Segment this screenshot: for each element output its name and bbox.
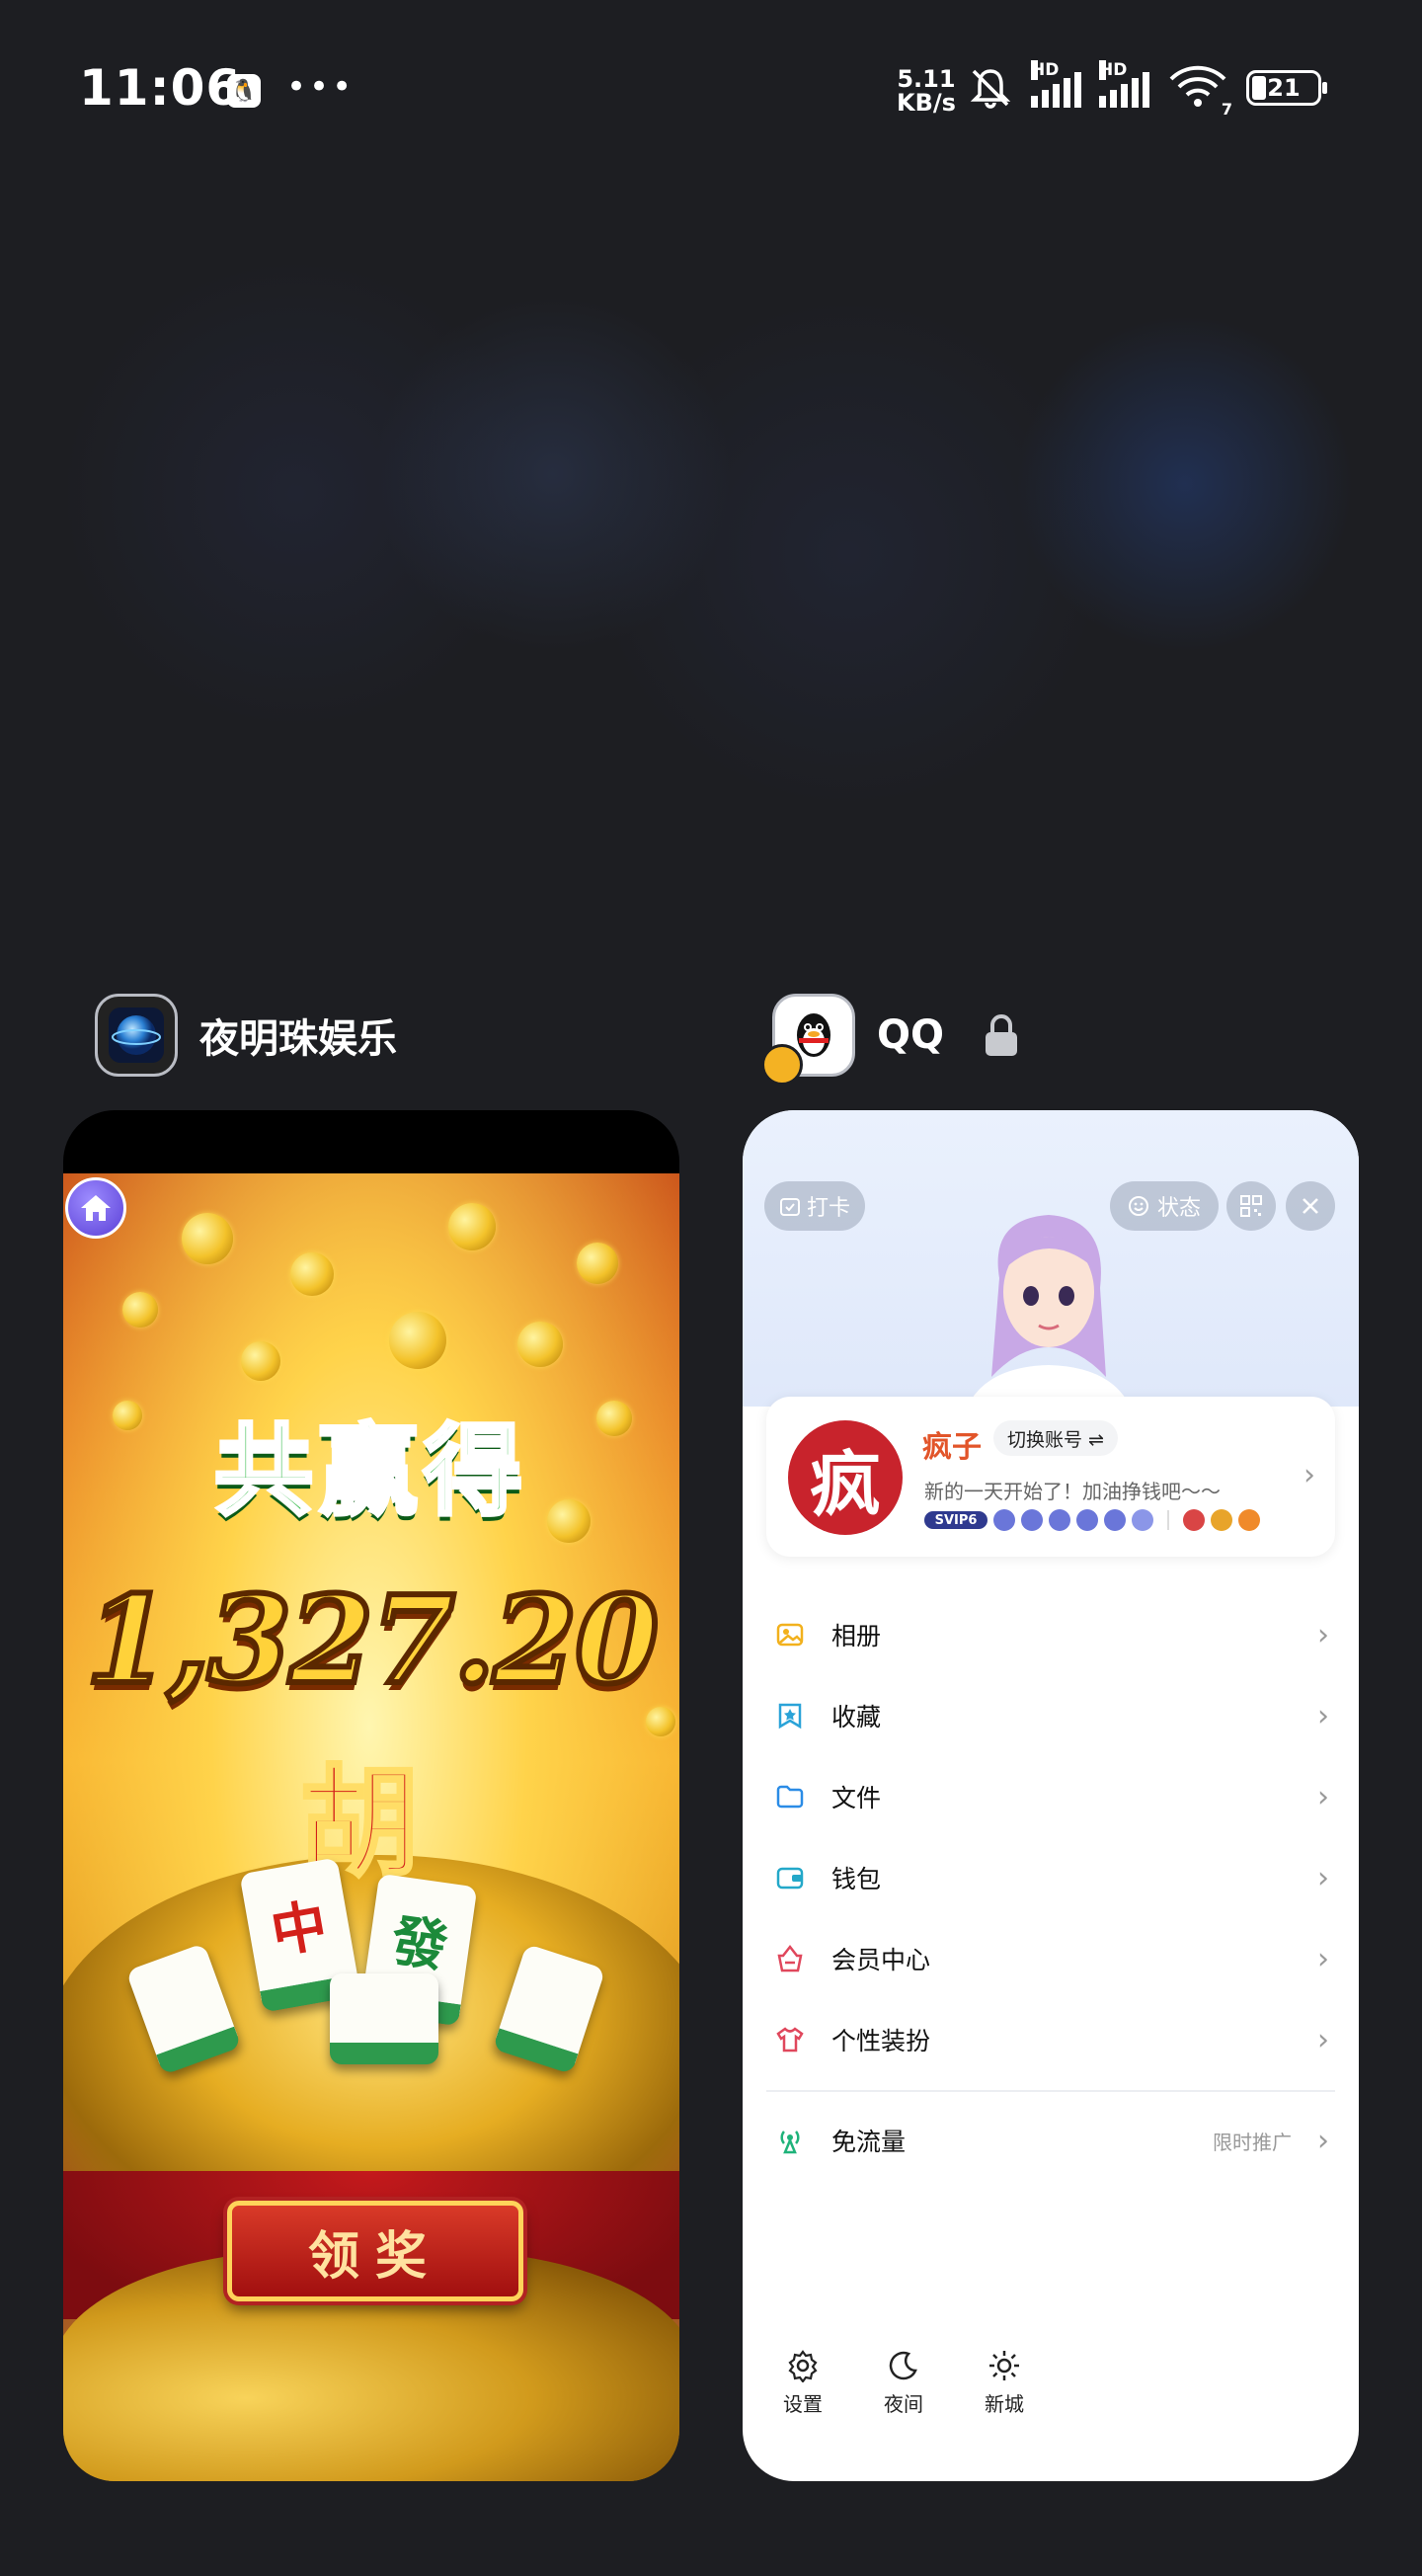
- signal-1-icon: HD: [1031, 60, 1081, 108]
- app-header-qq[interactable]: QQ: [761, 994, 1021, 1086]
- qq-penguin-icon[interactable]: [761, 994, 855, 1086]
- qq-menu: 相册 › 收藏 › 文件 › 钱包 › 会员中心 › 个性装扮 › 免流量 限时…: [766, 1594, 1335, 2181]
- shirt-icon: [774, 2024, 806, 2055]
- menu-divider: [766, 2090, 1335, 2092]
- level-badge-icon: [1132, 1509, 1153, 1531]
- gear-icon: [788, 2350, 818, 2382]
- network-speed-unit: KB/s: [897, 89, 956, 117]
- vip-badge: SVIP6: [924, 1511, 988, 1529]
- chevron-right-icon: ›: [1317, 1779, 1329, 1814]
- level-badge-icon: [993, 1509, 1015, 1531]
- hd-label-2: HD: [1099, 60, 1128, 80]
- badge-row: SVIP6: [924, 1509, 1260, 1531]
- profile-chevron-icon: ›: [1304, 1458, 1315, 1492]
- network-speed-value: 5.11: [897, 65, 956, 93]
- status-time: 11:06: [79, 59, 242, 117]
- nickname[interactable]: 疯子: [922, 1422, 982, 1466]
- menu-item-files[interactable]: 文件 ›: [766, 1756, 1335, 1837]
- weather-label: 新城: [985, 2392, 1024, 2416]
- level-badge-icon: [1049, 1509, 1070, 1531]
- app-name-game: 夜明珠娱乐: [199, 1016, 397, 1062]
- level-badge-icon: [1076, 1509, 1098, 1531]
- checkin-button[interactable]: 打卡: [764, 1181, 865, 1231]
- night-mode-button[interactable]: 夜间: [873, 2349, 934, 2417]
- game-screen: 共赢得 1,327.20 胡 中 發 领奖: [63, 1173, 679, 2481]
- menu-item-album[interactable]: 相册 ›: [766, 1594, 1335, 1675]
- globe-pearl-icon[interactable]: [95, 994, 178, 1077]
- chevron-right-icon: ›: [1317, 2123, 1329, 2158]
- night-mode-label: 夜间: [884, 2392, 923, 2416]
- settings-button[interactable]: 设置: [772, 2349, 833, 2417]
- qr-code-button[interactable]: [1226, 1181, 1276, 1231]
- favorites-icon: [774, 1700, 806, 1731]
- chevron-right-icon: ›: [1317, 1617, 1329, 1652]
- menu-label-themes: 个性装扮: [831, 2027, 931, 2055]
- menu-item-vip-center[interactable]: 会员中心 ›: [766, 1918, 1335, 1999]
- level-badge-icon: [1021, 1509, 1043, 1531]
- status-icons: HD HD 7 21: [968, 60, 1327, 119]
- wifi-icon: 7: [1167, 63, 1232, 119]
- menu-item-wallet[interactable]: 钱包 ›: [766, 1837, 1335, 1918]
- avatar[interactable]: 疯: [788, 1420, 903, 1535]
- claim-prize-button[interactable]: 领奖: [227, 2201, 523, 2301]
- qq-notification-icon: 🐧: [227, 74, 261, 108]
- network-speed: 5.11 KB/s: [897, 67, 956, 115]
- win-headline: 共赢得: [212, 1410, 528, 1531]
- recent-app-card-qq[interactable]: 打卡 状态 疯 疯子 切换账号 ⇌ 新的一天开始了！加油挣钱吧～～ › SVIP…: [743, 1110, 1359, 2481]
- muted-bell-icon: [970, 69, 1011, 109]
- moon-icon: [889, 2351, 917, 2380]
- recent-app-card-game[interactable]: 共赢得 1,327.20 胡 中 發 领奖: [63, 1110, 679, 2481]
- menu-item-free-data[interactable]: 免流量 限时推广 ›: [766, 2100, 1335, 2181]
- menu-label-album: 相册: [831, 1622, 882, 1650]
- album-icon: [774, 1619, 806, 1650]
- game-badge-icon: [1211, 1509, 1232, 1531]
- battery-level: 21: [1267, 74, 1301, 102]
- qr-code-icon: [1240, 1195, 1262, 1217]
- game-badge-icon: [1183, 1509, 1205, 1531]
- signal-2-icon: HD: [1099, 60, 1149, 108]
- menu-label-free-data: 免流量: [831, 2128, 907, 2156]
- close-icon: [1303, 1198, 1318, 1214]
- sun-icon: [989, 2351, 1019, 2380]
- hd-label-1: HD: [1031, 60, 1060, 80]
- chevron-right-icon: ›: [1317, 1941, 1329, 1976]
- profile-card[interactable]: 疯 疯子 切换账号 ⇌ 新的一天开始了！加油挣钱吧～～ › SVIP6: [766, 1397, 1335, 1557]
- game-badge-icon: [1238, 1509, 1260, 1531]
- vip-center-icon: [774, 1943, 806, 1974]
- wallet-icon: [774, 1862, 806, 1893]
- mahjong-tile-back-2: [330, 1973, 438, 2064]
- menu-item-favorites[interactable]: 收藏 ›: [766, 1675, 1335, 1756]
- close-button[interactable]: [1286, 1181, 1335, 1231]
- weather-button[interactable]: 新城: [974, 2349, 1035, 2417]
- free-data-icon: [774, 2125, 806, 2156]
- checkin-label: 打卡: [806, 1196, 850, 1221]
- switch-account-button[interactable]: 切换账号 ⇌: [993, 1420, 1118, 1456]
- lock-icon: [986, 1014, 1018, 1056]
- battery-icon: 21: [1246, 70, 1327, 106]
- chevron-right-icon: ›: [1317, 1698, 1329, 1733]
- calendar-check-icon: [779, 1198, 800, 1216]
- win-amount: 1,327.20: [83, 1566, 662, 1714]
- app-name-qq: QQ: [877, 1012, 945, 1058]
- settings-label: 设置: [783, 2392, 823, 2416]
- folder-icon: [774, 1781, 806, 1812]
- floating-badge-icon: [761, 1044, 803, 1086]
- app-header-game[interactable]: 夜明珠娱乐: [95, 994, 397, 1077]
- chevron-right-icon: ›: [1317, 2022, 1329, 2057]
- promo-note: 限时推广: [1213, 2130, 1292, 2154]
- wifi-sub-label: 7: [1221, 100, 1232, 119]
- home-icon[interactable]: [65, 1177, 126, 1239]
- menu-label-favorites: 收藏: [831, 1703, 882, 1731]
- level-badge-icon: [1104, 1509, 1126, 1531]
- menu-item-themes[interactable]: 个性装扮 ›: [766, 1999, 1335, 2080]
- menu-label-vip-center: 会员中心: [831, 1946, 931, 1974]
- signature: 新的一天开始了！加油挣钱吧～～: [924, 1480, 1221, 1503]
- menu-label-wallet: 钱包: [831, 1865, 882, 1893]
- chevron-right-icon: ›: [1317, 1860, 1329, 1895]
- menu-label-files: 文件: [831, 1784, 882, 1812]
- more-notifications-icon: •••: [286, 67, 356, 107]
- qq-bottom-bar: 设置 夜间 新城: [772, 2349, 1035, 2417]
